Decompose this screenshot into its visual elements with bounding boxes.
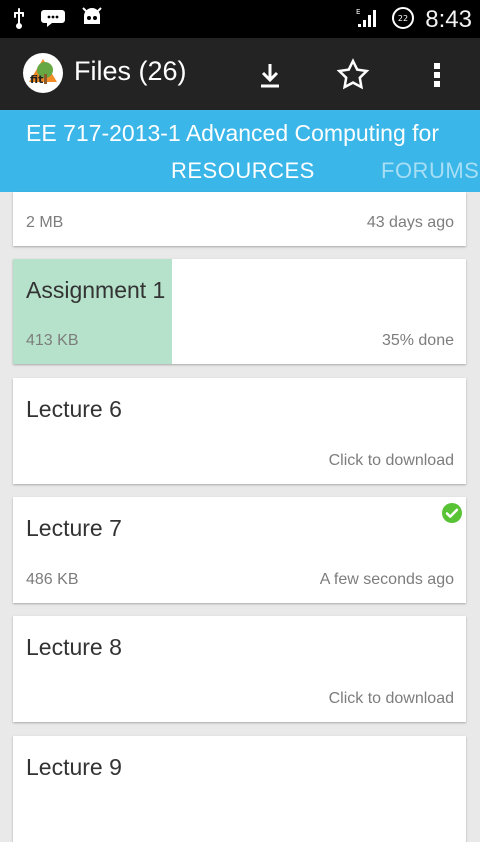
file-item-assignment-1[interactable]: Assignment 1 413 KB 35% done (13, 259, 466, 364)
svg-text:E: E (356, 8, 360, 16)
course-title: EE 717-2013-1 Advanced Computing for (26, 120, 439, 146)
file-title: Assignment 1 (26, 277, 166, 303)
file-status: 43 days ago (366, 214, 454, 231)
svg-text:22: 22 (398, 14, 408, 23)
signal-icon: E (355, 5, 381, 35)
app-logo[interactable]: fit (22, 52, 64, 94)
status-bar: E 22 8:43 (0, 0, 480, 38)
file-item-lecture-8[interactable]: Lecture 8 Click to download (13, 616, 466, 722)
overflow-menu-icon[interactable] (418, 56, 456, 94)
action-bar: fit Files (26) (0, 38, 480, 110)
file-item-lecture-7[interactable]: Lecture 7 486 KB A few seconds ago (13, 497, 466, 603)
svg-text:fit: fit (30, 73, 43, 86)
star-icon[interactable] (334, 56, 372, 94)
battery-icon: 22 (391, 6, 415, 34)
tab-forums[interactable]: FORUMS (381, 158, 479, 184)
android-icon (78, 6, 106, 34)
file-title: Lecture 8 (26, 634, 122, 660)
file-item-lecture-9[interactable]: Lecture 9 (13, 736, 466, 842)
download-progress-text: 35% done (381, 332, 454, 349)
download-link[interactable]: Click to download (329, 452, 454, 470)
course-header: EE 717-2013-1 Advanced Computing for RES… (0, 110, 480, 192)
chat-icon (40, 6, 66, 34)
file-size: 486 KB (26, 571, 79, 588)
file-title: Lecture 7 (26, 515, 122, 541)
tab-resources[interactable]: RESOURCES (171, 158, 315, 184)
usb-icon (10, 6, 28, 34)
download-icon[interactable] (251, 56, 289, 94)
download-link[interactable]: Click to download (329, 690, 454, 708)
file-item-partial[interactable]: 2 MB 43 days ago (13, 192, 466, 246)
file-title: Lecture 9 (26, 754, 122, 780)
file-item-lecture-6[interactable]: Lecture 6 Click to download (13, 378, 466, 484)
file-size: 2 MB (26, 214, 64, 231)
file-status: A few seconds ago (319, 571, 454, 588)
status-right: E 22 8:43 (355, 5, 472, 35)
status-time: 8:43 (425, 6, 472, 33)
file-size: 413 KB (26, 332, 79, 349)
check-circle-icon (442, 503, 462, 523)
status-left (10, 6, 106, 34)
page-title: Files (26) (74, 56, 187, 86)
file-title: Lecture 6 (26, 396, 122, 422)
